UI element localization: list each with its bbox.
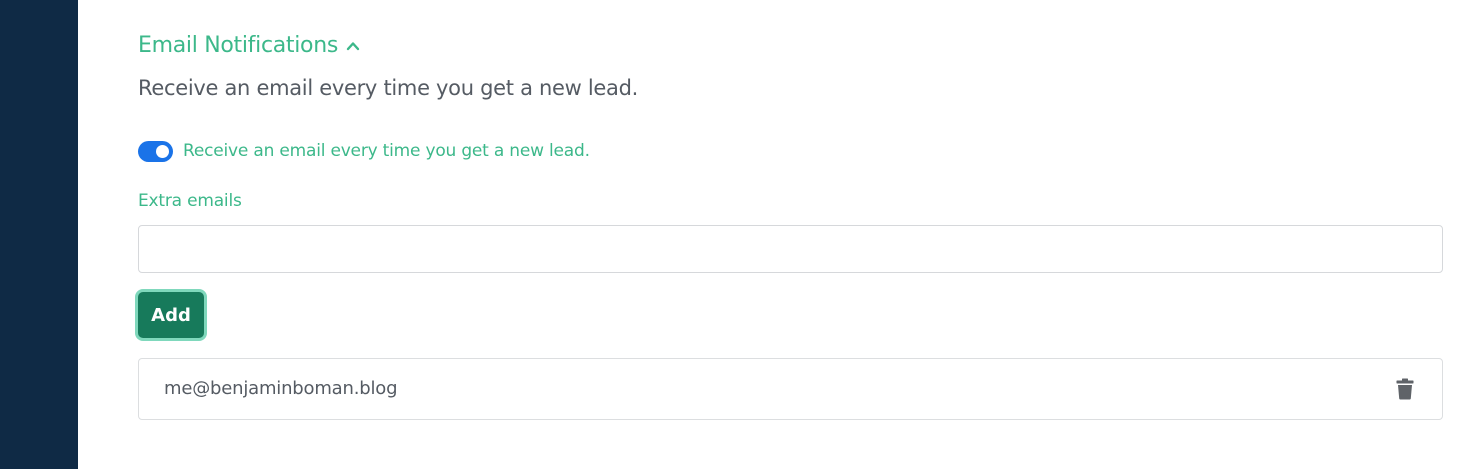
chevron-up-icon[interactable] (346, 39, 360, 53)
email-list-item: me@benjaminboman.blog (138, 358, 1443, 420)
main-content: Email Notifications Receive an email eve… (138, 0, 1443, 469)
email-notifications-header[interactable]: Email Notifications (138, 31, 360, 61)
extra-emails-label: Extra emails (138, 191, 242, 211)
toggle-label: Receive an email every time you get a ne… (183, 141, 590, 161)
section-title: Email Notifications (138, 33, 339, 58)
email-address: me@benjaminboman.blog (164, 378, 398, 399)
notification-toggle[interactable] (138, 140, 173, 162)
add-button[interactable]: Add (138, 292, 204, 338)
trash-icon[interactable] (1394, 376, 1416, 402)
section-description: Receive an email every time you get a ne… (138, 76, 639, 100)
sidebar (0, 0, 78, 469)
email-list: me@benjaminboman.blog (138, 358, 1443, 420)
notification-toggle-row: Receive an email every time you get a ne… (138, 138, 590, 164)
toggle-knob (156, 144, 169, 158)
extra-email-input[interactable] (138, 225, 1443, 273)
